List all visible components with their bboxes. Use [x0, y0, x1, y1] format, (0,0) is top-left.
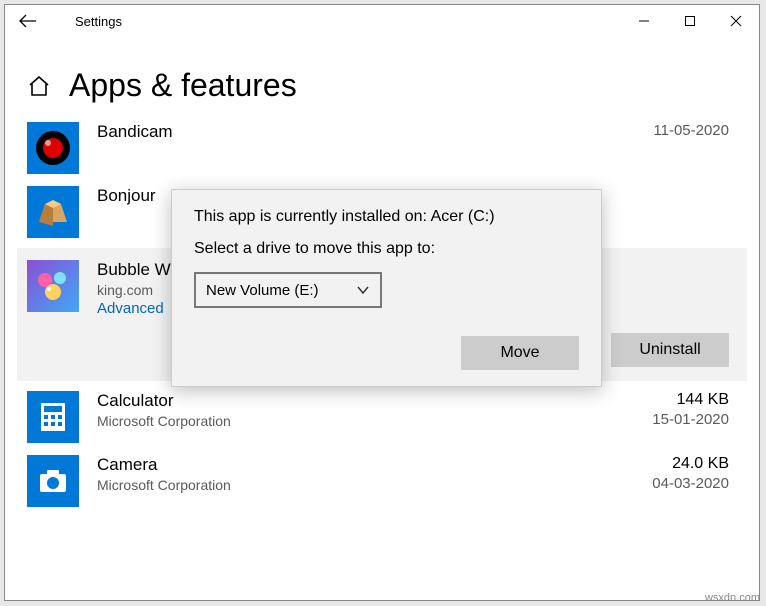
dialog-move-button[interactable]: Move — [461, 336, 579, 370]
app-publisher: Microsoft Corporation — [97, 413, 599, 429]
app-size: 24.0 KB — [617, 455, 729, 473]
move-app-dialog: This app is currently installed on: Acer… — [171, 189, 602, 387]
camera-icon — [27, 455, 79, 507]
app-publisher: Microsoft Corporation — [97, 477, 599, 493]
app-date: 04-03-2020 — [617, 475, 729, 492]
window-controls — [621, 5, 759, 37]
bonjour-icon — [27, 186, 79, 238]
window-title: Settings — [47, 14, 122, 29]
page-heading-row: Apps & features — [27, 67, 737, 104]
watermark: wsxdn.com — [705, 592, 760, 604]
app-date: 11-05-2020 — [617, 122, 729, 139]
bubble-witch-icon — [27, 260, 79, 312]
dialog-select-drive-label: Select a drive to move this app to: — [194, 240, 579, 258]
app-row-calculator[interactable]: Calculator Microsoft Corporation 144 KB … — [27, 385, 737, 449]
bandicam-icon — [27, 122, 79, 174]
settings-window: Settings Apps & features Bandicam — [4, 4, 760, 601]
titlebar: Settings — [5, 5, 759, 37]
app-size: 144 KB — [617, 391, 729, 409]
chevron-down-icon — [356, 283, 370, 297]
page-title: Apps & features — [69, 67, 297, 104]
app-date: 15-01-2020 — [617, 411, 729, 428]
app-row-camera[interactable]: Camera Microsoft Corporation 24.0 KB 04-… — [27, 449, 737, 513]
calculator-icon — [27, 391, 79, 443]
app-name: Calculator — [97, 391, 599, 411]
back-button[interactable] — [19, 14, 47, 28]
drive-select[interactable]: New Volume (E:) — [194, 272, 382, 308]
uninstall-button[interactable]: Uninstall — [611, 333, 729, 367]
app-name: Bandicam — [97, 122, 599, 142]
close-button[interactable] — [713, 5, 759, 37]
maximize-button[interactable] — [667, 5, 713, 37]
minimize-button[interactable] — [621, 5, 667, 37]
app-name: Camera — [97, 455, 599, 475]
dialog-currently-installed: This app is currently installed on: Acer… — [194, 208, 579, 226]
drive-select-value: New Volume (E:) — [206, 282, 319, 299]
app-row-bandicam[interactable]: Bandicam 11-05-2020 — [27, 116, 737, 180]
home-icon[interactable] — [27, 74, 51, 98]
